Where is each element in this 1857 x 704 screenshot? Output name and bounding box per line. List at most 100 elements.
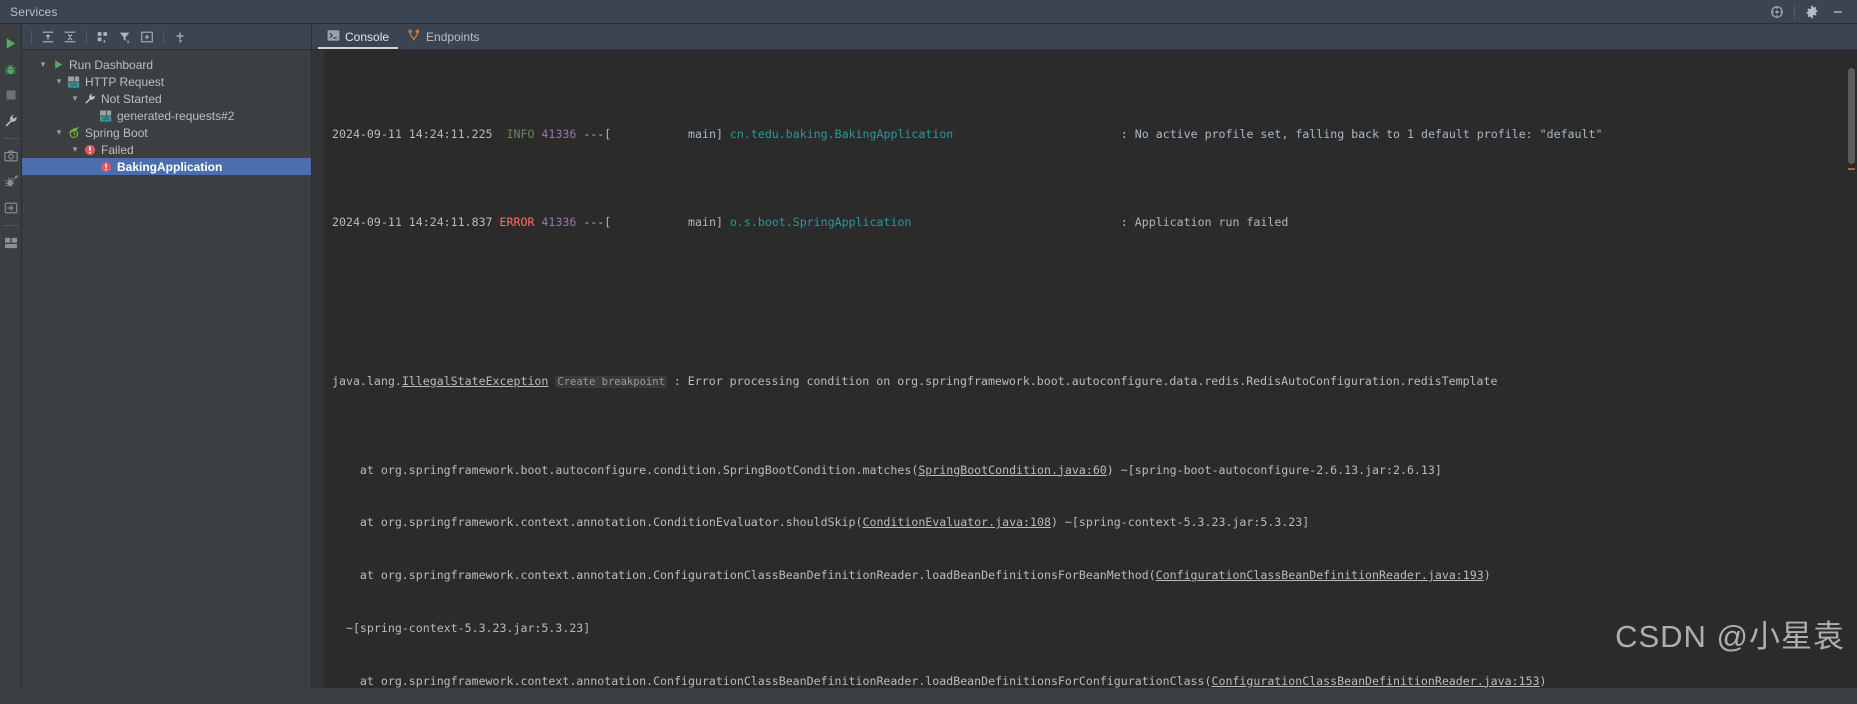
wrench-icon (82, 93, 98, 105)
layout-icon[interactable] (0, 230, 22, 256)
target-icon[interactable] (1764, 0, 1790, 24)
spring-boot-icon (66, 126, 82, 139)
scroll-error-mark (1848, 168, 1855, 170)
exception-prefix: java.lang. (332, 374, 402, 388)
bottom-mid (22, 688, 1857, 704)
exception-type-link[interactable]: IllegalStateException (402, 374, 549, 388)
stack-at-line: at org.springframework.context.annotatio… (324, 567, 1857, 585)
chevron-down-icon[interactable]: ▾ (36, 59, 50, 70)
tab-label: Endpoints (426, 30, 479, 44)
svg-text:API: API (102, 116, 109, 121)
tab-label: Console (345, 30, 389, 44)
tab-endpoints[interactable]: Endpoints (398, 24, 488, 49)
stack-source-link[interactable]: ConfigurationClassBeanDefinitionReader.j… (1211, 674, 1539, 688)
stack-text: ~[spring-context-5.3.23.jar:5.3.23] (332, 621, 590, 635)
log-pad-2 (911, 215, 1120, 229)
stop-icon[interactable] (0, 82, 22, 108)
toolbar-sep-2 (163, 30, 164, 44)
tree-node-label: Run Dashboard (69, 58, 153, 72)
titlebar-separator (1794, 5, 1795, 19)
tree-node-http-request[interactable]: ▾ API HTTP Request (22, 73, 311, 90)
stack-source-link[interactable]: SpringBootCondition.java:60 (918, 463, 1106, 477)
console-output[interactable]: 2024-09-11 14:24:11.225 INFO 41336 ---[ … (324, 50, 1857, 688)
tree-node-spring-boot[interactable]: ▾ Spring Boot (22, 124, 311, 141)
stack-text: at org.springframework.context.annotatio… (332, 568, 1156, 582)
blank-line (324, 285, 1857, 303)
expand-all-icon[interactable] (37, 26, 59, 48)
chevron-down-icon[interactable]: ▾ (52, 76, 66, 87)
tree-node-label: BakingApplication (117, 160, 222, 174)
main-body: ▾ Run Dashboard ▾ API HTTP Request ▾ (0, 24, 1857, 688)
exception-message: : Error processing condition on org.spri… (667, 374, 1498, 388)
gear-icon[interactable] (1799, 0, 1825, 24)
stack-text: at org.springframework.boot.autoconfigur… (332, 463, 918, 477)
console-scrollbar[interactable] (1845, 50, 1857, 688)
plus-icon[interactable] (169, 26, 191, 48)
stack-wrap-line: ~[spring-context-5.3.23.jar:5.3.23] (324, 620, 1857, 638)
rail-divider (4, 138, 18, 139)
error-icon (82, 144, 98, 156)
log-sep: --- (583, 215, 604, 229)
tree-node-not-started[interactable]: ▾ Not Started (22, 90, 311, 107)
stack-tail: ) ~[spring-boot-autoconfigure-2.6.13.jar… (1107, 463, 1442, 477)
error-icon (98, 161, 114, 173)
api-icon: API (98, 110, 114, 122)
console-icon (327, 29, 340, 45)
log-message: : No active profile set, falling back to… (1121, 127, 1603, 141)
profiler-icon[interactable] (0, 169, 22, 195)
stack-at-line: at org.springframework.context.annotatio… (324, 673, 1857, 688)
log-thread: main] (688, 127, 723, 141)
minimize-icon[interactable] (1825, 0, 1851, 24)
log-level: INFO (507, 127, 535, 141)
create-breakpoint-badge[interactable]: Create breakpoint (555, 376, 666, 388)
console-panel: Console Endpoints 2024-09-11 14:24:11.22… (312, 24, 1857, 688)
log-thread-pad: [ (604, 127, 688, 141)
log-pid: 41336 (541, 215, 576, 229)
group-icon[interactable] (92, 26, 114, 48)
attach-icon[interactable] (0, 195, 22, 221)
rail-divider-2 (4, 225, 18, 226)
tree-node-label: HTTP Request (85, 75, 164, 89)
log-space (493, 215, 500, 229)
endpoints-icon (407, 29, 421, 45)
chevron-down-icon[interactable]: ▾ (68, 144, 82, 155)
titlebar-actions (1764, 0, 1851, 24)
tree-node-failed[interactable]: ▾ Failed (22, 141, 311, 158)
log-pid: 41336 (541, 127, 576, 141)
run-actions-rail (0, 24, 22, 688)
log-thread: main] (688, 215, 723, 229)
camera-icon[interactable] (0, 143, 22, 169)
log-pad-1 (953, 127, 1121, 141)
add-tab-icon[interactable] (136, 26, 158, 48)
window-title: Services (0, 5, 58, 19)
filter-icon[interactable] (114, 26, 136, 48)
collapse-all-icon[interactable] (59, 26, 81, 48)
chevron-down-icon[interactable]: ▾ (68, 93, 82, 104)
scrollbar-thumb[interactable] (1848, 68, 1855, 164)
stack-exception-line: java.lang.IllegalStateException Create b… (324, 373, 1857, 392)
tree-node-run-dashboard[interactable]: ▾ Run Dashboard (22, 56, 311, 73)
log-timestamp: 2024-09-11 14:24:11.837 (332, 215, 493, 229)
svg-text:API: API (70, 82, 77, 87)
log-space (493, 127, 507, 141)
debug-icon[interactable] (0, 56, 22, 82)
tab-console[interactable]: Console (318, 24, 398, 49)
log-logger: o.s.boot.SpringApplication (730, 215, 911, 229)
log-thread-pad: [ (604, 215, 688, 229)
services-tree[interactable]: ▾ Run Dashboard ▾ API HTTP Request ▾ (22, 50, 311, 688)
log-line: 2024-09-11 14:24:11.837 ERROR 41336 ---[… (324, 214, 1857, 232)
tree-node-baking-application[interactable]: BakingApplication (22, 158, 311, 175)
tree-node-generated-requests[interactable]: API generated-requests#2 (22, 107, 311, 124)
chevron-down-icon[interactable]: ▾ (52, 127, 66, 138)
log-level: ERROR (500, 215, 535, 229)
stack-source-link[interactable]: ConditionEvaluator.java:108 (862, 515, 1050, 529)
console-tabbar: Console Endpoints (312, 24, 1857, 50)
run-icon[interactable] (0, 30, 22, 56)
tree-toolbar (22, 24, 311, 50)
stack-source-link[interactable]: ConfigurationClassBeanDefinitionReader.j… (1156, 568, 1484, 582)
titlebar: Services (0, 0, 1857, 24)
log-space-4 (723, 127, 730, 141)
wrench-icon[interactable] (0, 108, 22, 134)
stack-tail: ) (1484, 568, 1491, 582)
tree-node-label: generated-requests#2 (117, 109, 234, 123)
